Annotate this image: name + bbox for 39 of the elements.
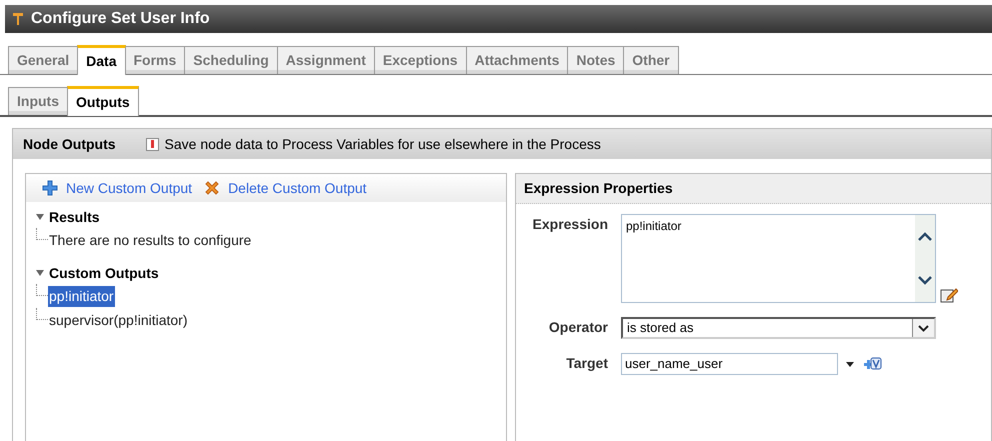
operator-dropdown[interactable]: is stored as: [621, 317, 936, 339]
tab[interactable]: Outputs: [67, 86, 139, 116]
expander-icon[interactable]: [36, 269, 44, 277]
tab[interactable]: Scheduling: [184, 46, 278, 74]
expander-icon[interactable]: [36, 213, 44, 221]
tree-item[interactable]: pp!initiator: [48, 286, 115, 306]
add-variable-icon[interactable]: [862, 356, 882, 372]
plus-icon: [42, 180, 58, 196]
field-label: Operator: [548, 318, 608, 337]
scroll-up-icon[interactable]: [918, 232, 932, 242]
tab[interactable]: Other: [623, 46, 679, 74]
toolbar-link[interactable]: Delete Custom Output: [228, 178, 367, 198]
tab[interactable]: General: [8, 46, 78, 74]
panel-title: Node Outputs: [23, 134, 116, 154]
field-label: Expression: [532, 215, 608, 234]
target-field[interactable]: user_name_user: [621, 353, 838, 375]
tree-item[interactable]: There are no results to configure: [48, 230, 252, 250]
tab[interactable]: Forms: [124, 46, 186, 74]
tab[interactable]: Notes: [567, 46, 624, 74]
tab[interactable]: Data: [77, 45, 126, 75]
tab[interactable]: Inputs: [8, 87, 68, 115]
window-title: Configure Set User Info: [31, 9, 210, 29]
tab[interactable]: Assignment: [276, 46, 375, 74]
field-label: Target: [565, 354, 608, 373]
tree-group-label[interactable]: Custom Outputs: [49, 262, 159, 284]
cross-icon: [204, 180, 220, 196]
tab[interactable]: Attachments: [466, 46, 568, 74]
scroll-down-icon[interactable]: [918, 276, 932, 285]
dropdown-arrow-icon[interactable]: [846, 362, 854, 366]
tree-item[interactable]: supervisor(pp!initiator): [48, 310, 188, 330]
tree-group-label[interactable]: Results: [49, 206, 100, 228]
tool-icon: [13, 12, 23, 26]
info-text: Save node data to Process Variables for use elsewhere in the Process: [164, 134, 601, 154]
expression-field[interactable]: pp!initiator: [621, 214, 936, 303]
tab[interactable]: Exceptions: [374, 46, 467, 74]
edit-icon[interactable]: [940, 287, 958, 303]
info-icon: [146, 138, 159, 150]
toolbar-link[interactable]: New Custom Output: [66, 178, 192, 198]
properties-title: Expression Properties: [524, 179, 673, 198]
